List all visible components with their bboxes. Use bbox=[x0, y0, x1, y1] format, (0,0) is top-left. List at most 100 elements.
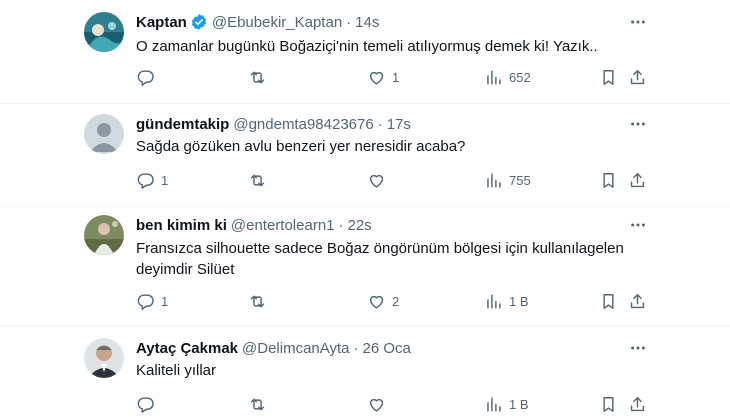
like-count: 1 bbox=[392, 69, 400, 85]
separator-dot: · bbox=[377, 115, 383, 133]
bookmark-button[interactable] bbox=[599, 394, 618, 414]
bookmark-icon bbox=[603, 69, 614, 85]
display-name[interactable]: ben kimim ki bbox=[136, 217, 227, 234]
tweet-text: O zamanlar bugünkü Boğaziçi'nin temeli a… bbox=[136, 38, 598, 55]
retweet-button[interactable] bbox=[248, 394, 273, 414]
like-icon bbox=[369, 295, 384, 309]
views-icon bbox=[487, 172, 501, 188]
tweet-feed: Kaptan @Ebubekir_Kaptan · 14s O zamanlar… bbox=[0, 0, 730, 420]
bookmark-button[interactable] bbox=[599, 67, 618, 87]
like-icon bbox=[369, 71, 384, 85]
display-name[interactable]: gündemtakip bbox=[136, 116, 229, 133]
like-count: 2 bbox=[392, 293, 400, 309]
retweet-icon bbox=[250, 398, 265, 410]
retweet-icon bbox=[250, 71, 265, 83]
retweet-icon bbox=[250, 174, 265, 186]
reply-button[interactable] bbox=[136, 67, 161, 87]
avatar[interactable] bbox=[84, 114, 124, 154]
views-icon bbox=[487, 396, 501, 412]
tweet[interactable]: gündemtakip @gndemta98423676 · 17s Sağda… bbox=[0, 104, 730, 207]
bookmark-icon bbox=[603, 396, 614, 412]
like-icon bbox=[369, 174, 384, 188]
share-button[interactable] bbox=[628, 67, 647, 87]
reply-count: 1 bbox=[161, 293, 169, 309]
tweet[interactable]: Aytaç Çakmak @DelimcanAyta · 26 Oca Kali… bbox=[0, 326, 730, 420]
bookmark-button[interactable] bbox=[599, 170, 618, 190]
share-button[interactable] bbox=[628, 291, 647, 311]
tweet-header: gündemtakip @gndemta98423676 · 17s bbox=[136, 114, 411, 134]
retweet-button[interactable] bbox=[248, 291, 273, 311]
more-icon[interactable] bbox=[628, 338, 648, 358]
more-icon[interactable] bbox=[628, 114, 648, 134]
action-bar: 1 B bbox=[0, 394, 730, 414]
tweet[interactable]: Kaptan @Ebubekir_Kaptan · 14s O zamanlar… bbox=[0, 0, 730, 104]
share-icon bbox=[630, 396, 645, 411]
reply-icon bbox=[137, 69, 154, 86]
verified-badge-icon bbox=[190, 13, 208, 31]
views-icon bbox=[487, 69, 501, 85]
share-button[interactable] bbox=[628, 394, 647, 414]
reply-icon bbox=[137, 172, 154, 189]
timestamp[interactable]: 17s bbox=[387, 116, 411, 133]
more-icon[interactable] bbox=[628, 215, 648, 235]
avatar-photo bbox=[84, 12, 124, 52]
action-bar: 1 755 bbox=[0, 170, 730, 190]
like-icon bbox=[369, 398, 384, 412]
views-icon bbox=[487, 293, 501, 309]
tweet-header: Aytaç Çakmak @DelimcanAyta · 26 Oca bbox=[136, 338, 411, 358]
bookmark-button[interactable] bbox=[599, 291, 618, 311]
retweet-button[interactable] bbox=[248, 170, 273, 190]
views-button[interactable]: 755 bbox=[484, 170, 531, 190]
user-handle[interactable]: @gndemta98423676 bbox=[233, 116, 373, 133]
reply-icon bbox=[137, 293, 154, 310]
avatar[interactable] bbox=[84, 338, 124, 378]
timestamp[interactable]: 22s bbox=[348, 217, 372, 234]
timestamp[interactable]: 14s bbox=[355, 14, 379, 31]
share-icon bbox=[630, 69, 645, 84]
views-button[interactable]: 1 B bbox=[484, 291, 529, 311]
display-name[interactable]: Aytaç Çakmak bbox=[136, 340, 238, 357]
timestamp[interactable]: 26 Oca bbox=[363, 340, 411, 357]
like-button[interactable]: 1 bbox=[367, 67, 399, 87]
views-button[interactable]: 652 bbox=[484, 67, 531, 87]
avatar-photo bbox=[84, 338, 124, 378]
reply-icon bbox=[137, 396, 154, 413]
tweet-text: Sağda gözüken avlu benzeri yer neresidir… bbox=[136, 138, 466, 155]
bookmark-icon bbox=[603, 293, 614, 309]
view-count: 652 bbox=[509, 69, 531, 85]
user-handle[interactable]: @entertolearn1 bbox=[231, 217, 335, 234]
like-button[interactable] bbox=[367, 394, 392, 414]
reply-count: 1 bbox=[161, 172, 169, 188]
user-handle[interactable]: @DelimcanAyta bbox=[242, 340, 350, 357]
user-handle[interactable]: @Ebubekir_Kaptan bbox=[212, 14, 342, 31]
share-button[interactable] bbox=[628, 170, 647, 190]
tweet-text: Fransızca silhouette sadece Boğaz öngörü… bbox=[136, 240, 624, 278]
separator-dot: · bbox=[353, 339, 359, 357]
avatar-photo bbox=[84, 215, 124, 255]
separator-dot: · bbox=[338, 216, 344, 234]
action-bar: 1 652 bbox=[0, 67, 730, 87]
avatar[interactable] bbox=[84, 12, 124, 52]
reply-button[interactable]: 1 bbox=[136, 291, 168, 311]
display-name[interactable]: Kaptan bbox=[136, 14, 187, 31]
retweet-button[interactable] bbox=[248, 67, 273, 87]
action-bar: 1 2 1 B bbox=[0, 291, 730, 311]
view-count: 1 B bbox=[509, 293, 529, 309]
reply-button[interactable]: 1 bbox=[136, 170, 168, 190]
view-count: 755 bbox=[509, 172, 531, 188]
separator-dot: · bbox=[346, 13, 352, 31]
like-button[interactable] bbox=[367, 170, 392, 190]
share-icon bbox=[630, 172, 645, 187]
view-count: 1 B bbox=[509, 396, 529, 412]
tweet[interactable]: ben kimim ki @entertolearn1 · 22s Fransı… bbox=[0, 207, 730, 326]
default-avatar-icon bbox=[84, 114, 124, 154]
avatar[interactable] bbox=[84, 215, 124, 255]
tweet-header: ben kimim ki @entertolearn1 · 22s bbox=[136, 215, 372, 235]
bookmark-icon bbox=[603, 172, 614, 188]
like-button[interactable]: 2 bbox=[367, 291, 399, 311]
views-button[interactable]: 1 B bbox=[484, 394, 529, 414]
share-icon bbox=[630, 293, 645, 308]
more-icon[interactable] bbox=[628, 12, 648, 32]
reply-button[interactable] bbox=[136, 394, 161, 414]
tweet-header: Kaptan @Ebubekir_Kaptan · 14s bbox=[136, 12, 379, 32]
